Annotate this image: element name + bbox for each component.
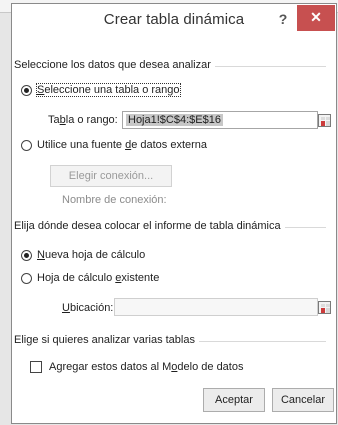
radio-button-selected[interactable] bbox=[21, 249, 32, 261]
radio-label: Nueva hoja de cálculo bbox=[37, 249, 146, 261]
checkbox[interactable] bbox=[30, 361, 42, 373]
section-heading-analyze: Seleccione los datos que desea analizar bbox=[14, 59, 215, 71]
connection-name-label: Nombre de conexión: bbox=[62, 194, 167, 206]
location-picker-icon[interactable] bbox=[318, 301, 331, 314]
section-heading-placement: Elija dónde desea colocar el informe de … bbox=[14, 220, 285, 232]
radio-label: Seleccione una tabla o rango bbox=[36, 83, 181, 97]
choose-connection-button[interactable]: Elegir conexión... bbox=[50, 165, 172, 187]
radio-button[interactable] bbox=[21, 139, 32, 151]
section-placement: Elija dónde desea colocar el informe de … bbox=[14, 220, 336, 234]
close-button[interactable]: ✕ bbox=[297, 5, 335, 31]
radio-new-worksheet[interactable]: Nueva hoja de cálculo bbox=[21, 247, 145, 263]
radio-button[interactable] bbox=[21, 272, 32, 284]
checkbox-label: Agregar estos datos al Modelo de datos bbox=[49, 361, 244, 373]
range-input-value: Hoja1!$C$4:$E$16 bbox=[126, 114, 223, 126]
create-pivot-table-dialog: Crear tabla dinámica ? ✕ Seleccione los … bbox=[11, 3, 337, 424]
cancel-button[interactable]: Cancelar bbox=[272, 388, 334, 412]
section-analyze: Seleccione los datos que desea analizar bbox=[14, 59, 336, 73]
radio-external-source[interactable]: Utilice una fuente de datos externa bbox=[21, 137, 207, 153]
title-bar: Crear tabla dinámica ? ✕ bbox=[12, 4, 336, 37]
radio-label: Hoja de cálculo existente bbox=[37, 272, 160, 284]
range-label: Tabla o rango: bbox=[48, 114, 118, 126]
radio-select-table-range[interactable]: Seleccione una tabla o rango bbox=[21, 82, 181, 98]
section-heading-multiple: Elige si quieres analizar varias tablas bbox=[14, 334, 199, 346]
radio-button-selected[interactable] bbox=[21, 84, 32, 96]
help-button[interactable]: ? bbox=[273, 7, 293, 31]
location-input[interactable] bbox=[114, 298, 318, 316]
range-picker-icon[interactable] bbox=[318, 114, 331, 127]
checkbox-add-to-data-model[interactable]: Agregar estos datos al Modelo de datos bbox=[30, 359, 243, 375]
close-icon: ✕ bbox=[310, 9, 322, 25]
radio-existing-worksheet[interactable]: Hoja de cálculo existente bbox=[21, 270, 159, 286]
ok-button[interactable]: Aceptar bbox=[203, 388, 265, 412]
range-input[interactable]: Hoja1!$C$4:$E$16 bbox=[122, 111, 318, 129]
section-multiple-tables: Elige si quieres analizar varias tablas bbox=[14, 334, 336, 348]
radio-label: Utilice una fuente de datos externa bbox=[37, 139, 208, 151]
location-label: Ubicación: bbox=[62, 302, 114, 314]
